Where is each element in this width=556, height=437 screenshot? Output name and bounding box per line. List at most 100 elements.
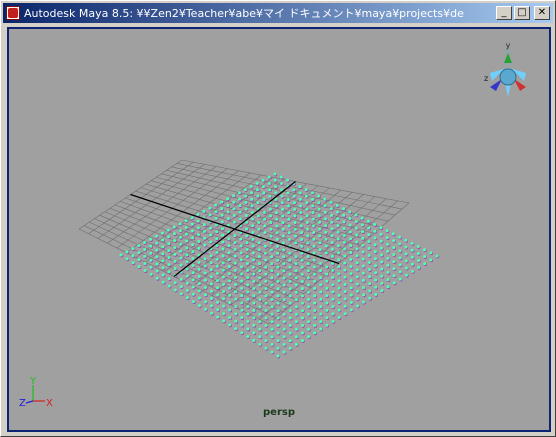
particle[interactable] — [155, 234, 159, 238]
particle[interactable] — [398, 263, 402, 267]
particle[interactable] — [298, 191, 302, 195]
particle[interactable] — [143, 241, 147, 245]
particle[interactable] — [301, 323, 305, 327]
particle[interactable] — [331, 290, 335, 294]
particle[interactable] — [167, 270, 171, 274]
particle[interactable] — [287, 217, 291, 221]
particle[interactable] — [274, 204, 278, 208]
particle[interactable] — [246, 305, 250, 309]
particle[interactable] — [354, 220, 358, 224]
particle[interactable] — [318, 248, 322, 252]
particle[interactable] — [221, 233, 225, 237]
particle[interactable] — [263, 217, 267, 221]
particle[interactable] — [361, 250, 365, 254]
close-button[interactable]: ✕ — [534, 6, 550, 20]
particle[interactable] — [258, 269, 262, 273]
particle[interactable] — [240, 294, 244, 298]
particle[interactable] — [263, 244, 267, 248]
particle[interactable] — [330, 234, 334, 238]
particle[interactable] — [324, 230, 328, 234]
particle[interactable] — [240, 286, 244, 290]
particle[interactable] — [222, 304, 226, 308]
particle[interactable] — [273, 178, 277, 182]
particle[interactable] — [240, 301, 244, 305]
particle[interactable] — [173, 281, 177, 285]
particle[interactable] — [301, 316, 305, 320]
particle[interactable] — [319, 297, 323, 301]
particle[interactable] — [167, 235, 171, 239]
particle[interactable] — [264, 346, 268, 350]
particle[interactable] — [294, 283, 298, 287]
particle[interactable] — [263, 251, 267, 255]
particle[interactable] — [349, 237, 353, 241]
particle[interactable] — [380, 267, 384, 271]
scene-canvas[interactable]: y z Y X Z — [9, 29, 549, 430]
particle[interactable] — [191, 285, 195, 289]
particle[interactable] — [209, 261, 213, 265]
particle[interactable] — [264, 272, 268, 276]
particle[interactable] — [258, 327, 262, 331]
particle[interactable] — [319, 283, 323, 287]
particle[interactable] — [293, 227, 297, 231]
particle[interactable] — [298, 197, 302, 201]
particle[interactable] — [232, 220, 236, 224]
particle[interactable] — [239, 251, 243, 255]
particle[interactable] — [294, 269, 298, 273]
particle[interactable] — [349, 244, 353, 248]
particle[interactable] — [324, 224, 328, 228]
particle[interactable] — [361, 236, 365, 240]
particle[interactable] — [270, 350, 274, 354]
particle[interactable] — [216, 308, 220, 312]
particle[interactable] — [209, 275, 213, 279]
particle[interactable] — [361, 264, 365, 268]
particle[interactable] — [245, 248, 249, 252]
particle[interactable] — [294, 305, 298, 309]
particle[interactable] — [324, 251, 328, 255]
particle[interactable] — [149, 251, 153, 255]
particle[interactable] — [288, 331, 292, 335]
minimize-button[interactable]: _ — [496, 6, 512, 20]
particle[interactable] — [184, 219, 188, 223]
particle[interactable] — [228, 279, 232, 283]
particle[interactable] — [276, 272, 280, 276]
particle[interactable] — [325, 272, 329, 276]
particle[interactable] — [232, 200, 236, 204]
particle[interactable] — [234, 297, 238, 301]
particle[interactable] — [299, 211, 303, 215]
particle[interactable] — [270, 312, 274, 316]
particle[interactable] — [294, 255, 298, 259]
particle[interactable] — [251, 224, 255, 228]
particle[interactable] — [264, 287, 268, 291]
particle[interactable] — [288, 294, 292, 298]
particle[interactable] — [270, 335, 274, 339]
particle[interactable] — [215, 271, 219, 275]
particle[interactable] — [228, 293, 232, 297]
particle[interactable] — [294, 290, 298, 294]
particle[interactable] — [203, 271, 207, 275]
particle[interactable] — [337, 258, 341, 262]
particle[interactable] — [367, 247, 371, 251]
particle[interactable] — [282, 342, 286, 346]
particle[interactable] — [257, 227, 261, 231]
particle[interactable] — [373, 229, 377, 233]
particle[interactable] — [216, 293, 220, 297]
particle[interactable] — [185, 260, 189, 264]
particle[interactable] — [342, 240, 346, 244]
particle[interactable] — [330, 214, 334, 218]
particle[interactable] — [386, 249, 390, 253]
particle[interactable] — [197, 267, 201, 271]
particle[interactable] — [392, 260, 396, 264]
particle[interactable] — [264, 323, 268, 327]
particle[interactable] — [288, 287, 292, 291]
particle[interactable] — [374, 292, 378, 296]
particle[interactable] — [282, 248, 286, 252]
particle[interactable] — [155, 269, 159, 273]
particle[interactable] — [300, 237, 304, 241]
particle[interactable] — [238, 197, 242, 201]
particle[interactable] — [355, 282, 359, 286]
particle[interactable] — [197, 260, 201, 264]
particle[interactable] — [262, 211, 266, 215]
particle[interactable] — [294, 234, 298, 238]
particle[interactable] — [233, 234, 237, 238]
particle[interactable] — [276, 324, 280, 328]
